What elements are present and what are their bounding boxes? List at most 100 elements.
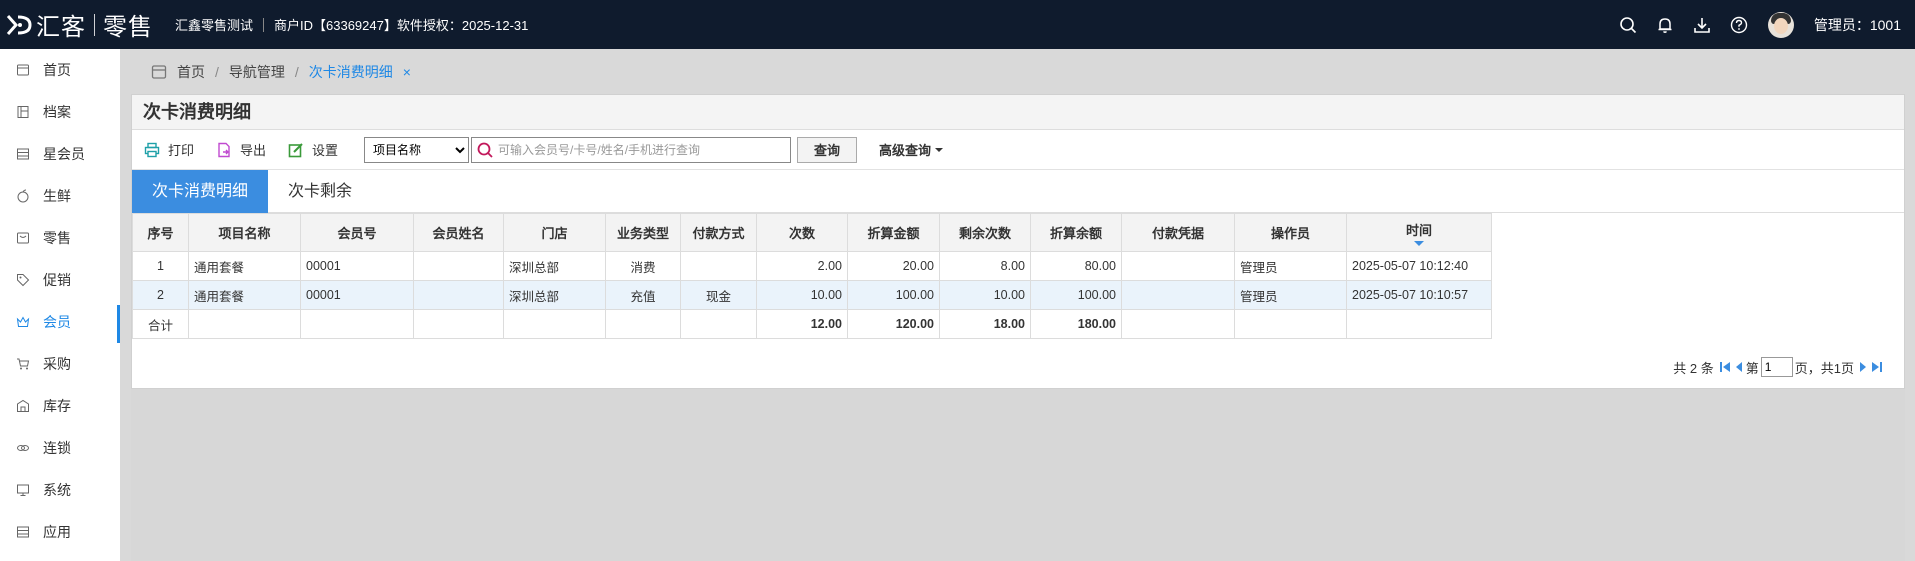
column-header[interactable]: 会员号 [300,213,414,252]
close-icon[interactable]: × [403,64,411,80]
sidebar-item-star-member[interactable]: 星会员 [0,133,120,175]
warehouse-icon [16,399,30,413]
table-total-row: 合计 12.00 120.00 18.00 180.00 [132,309,1492,339]
column-header[interactable]: 项目名称 [188,213,301,252]
page-title: 次卡消费明细 [132,95,1904,130]
column-header[interactable]: 付款凭据 [1121,213,1235,252]
column-header[interactable]: 业务类型 [605,213,681,252]
last-page-icon[interactable] [1872,361,1882,373]
sidebar-item-fresh[interactable]: 生鲜 [0,175,120,217]
breadcrumb-nav-management[interactable]: 导航管理 [229,62,285,82]
table-cell [413,251,504,281]
table-cell: 2025-05-07 10:10:57 [1346,280,1492,310]
sidebar-item-purchase[interactable]: 采购 [0,343,120,385]
total-balance: 180.00 [1030,309,1122,339]
column-header[interactable]: 序号 [132,213,189,252]
sidebar-item-home[interactable]: 首页 [0,49,120,91]
column-header[interactable]: 剩余次数 [939,213,1031,252]
export-icon [216,142,232,158]
printer-icon [144,142,160,158]
table-cell: 10.00 [939,280,1031,310]
crown-icon [16,315,30,329]
settings-label: 设置 [312,143,339,158]
sidebar-item-label: 促销 [43,272,71,288]
column-header[interactable]: 付款方式 [680,213,757,252]
column-header[interactable]: 次数 [756,213,848,252]
pager-total: 共 2 条 [1673,360,1714,376]
sidebar-item-apps[interactable]: 应用 [0,511,120,553]
sidebar-item-label: 零售 [43,230,71,246]
column-header-time[interactable]: 时间 [1346,213,1492,252]
search-icon [477,142,493,158]
star-member-icon [16,147,30,161]
table-cell: 1 [132,251,189,281]
search-icon[interactable] [1619,16,1637,34]
column-header[interactable]: 折算余额 [1030,213,1122,252]
table-cell [503,309,606,339]
query-button[interactable]: 查询 [797,136,858,163]
table-cell [1121,251,1235,281]
bell-icon[interactable] [1656,16,1674,34]
sidebar-item-label: 会员 [43,314,71,330]
table-cell: 管理员 [1234,251,1347,281]
search-field-select[interactable]: 项目名称 [364,136,470,163]
sidebar-item-label: 系统 [43,482,71,498]
table-cell: 00001 [300,280,414,310]
column-header[interactable]: 门店 [503,213,606,252]
table-cell [188,309,301,339]
export-button[interactable]: 导出 [216,140,266,159]
table-row[interactable]: 2 通用套餐 00001 深圳总部 充值 现金 10.00 100.00 10.… [132,280,1492,310]
breadcrumb-separator: / [215,63,219,80]
sort-desc-icon[interactable] [1414,240,1424,246]
prev-page-icon[interactable] [1734,361,1744,373]
column-header[interactable]: 操作员 [1234,213,1347,252]
help-icon[interactable] [1730,16,1748,34]
breadcrumb-current[interactable]: 次卡消费明细 [309,62,393,82]
table-cell: 100.00 [1030,280,1122,310]
table-cell [413,309,504,339]
breadcrumb: 首页 / 导航管理 / 次卡消费明细 × [131,49,1905,94]
logo-divider [94,13,95,36]
shop-name: 汇鑫零售测试 [175,18,254,33]
sidebar-item-retail[interactable]: 零售 [0,217,120,259]
edit-icon [288,142,304,158]
table-cell: 管理员 [1234,280,1347,310]
settings-button[interactable]: 设置 [288,140,338,159]
sidebar-item-promotion[interactable]: 促销 [0,259,120,301]
table-row[interactable]: 1 通用套餐 00001 深圳总部 消费 2.00 20.00 8.00 80.… [132,251,1492,281]
table-cell [680,309,757,339]
sidebar-item-member[interactable]: 会员 [0,301,120,343]
sidebar-item-label: 星会员 [43,146,85,162]
print-button[interactable]: 打印 [144,140,194,159]
sidebar-item-label: 应用 [43,524,71,540]
breadcrumb-home[interactable]: 首页 [177,62,205,82]
table-cell: 00001 [300,251,414,281]
table-cell: 2025-05-07 10:12:40 [1346,251,1492,281]
table-cell [1234,309,1347,339]
sidebar-item-inventory[interactable]: 库存 [0,385,120,427]
next-page-icon[interactable] [1858,361,1868,373]
table-cell: 100.00 [847,280,940,310]
sidebar-item-archive[interactable]: 档案 [0,91,120,133]
sidebar-item-label: 首页 [43,62,71,78]
advanced-query-dropdown[interactable]: 高级查询 [879,140,944,159]
apple-icon [16,189,30,203]
sidebar-item-system[interactable]: 系统 [0,469,120,511]
table-cell: 2.00 [756,251,848,281]
pagination: 共 2 条 第 页，共1页 [1673,357,1884,377]
avatar[interactable] [1767,11,1794,38]
tab-card-consumption-detail[interactable]: 次卡消费明细 [132,170,269,213]
table-cell: 消费 [605,251,681,281]
download-icon[interactable] [1693,16,1711,34]
column-header[interactable]: 会员姓名 [413,213,504,252]
sidebar-item-chain[interactable]: 连锁 [0,427,120,469]
empty-content-area [131,389,1905,561]
admin-label[interactable]: 管理员：1001 [1814,15,1901,35]
home-icon[interactable] [151,64,167,80]
column-header[interactable]: 折算金额 [847,213,940,252]
first-page-icon[interactable] [1719,361,1730,373]
tab-card-remaining[interactable]: 次卡剩余 [268,170,372,213]
page-number-input[interactable] [1760,357,1793,377]
search-box[interactable] [471,136,792,163]
search-input[interactable] [498,142,791,157]
